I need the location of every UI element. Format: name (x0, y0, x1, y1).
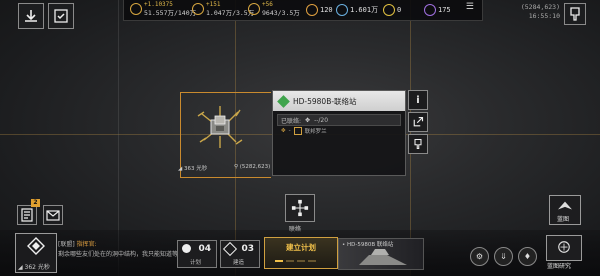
blueprint-research-button[interactable] (546, 235, 582, 261)
station-structure-icon[interactable] (196, 104, 244, 150)
plans-counter[interactable]: 04 计划 (177, 240, 217, 268)
info-icon: i (416, 94, 420, 106)
clock-icon (182, 244, 191, 253)
clock: 16:55:10 (528, 12, 560, 20)
stat-value: 120 (320, 6, 333, 14)
document-icon (21, 208, 33, 222)
token-icon (383, 4, 395, 16)
gas-icon (248, 3, 260, 15)
resource-amount: 51.557万/140万 (144, 9, 197, 17)
crystal-icon (192, 3, 204, 15)
log-button[interactable] (17, 205, 37, 225)
stat-value: 175 (438, 6, 451, 14)
bookmark-button[interactable] (564, 3, 586, 25)
tasks-button[interactable] (48, 3, 74, 29)
plan-progress (275, 260, 316, 262)
mail-button[interactable] (43, 205, 63, 225)
resource-amount: 9643/3.5万 (262, 9, 300, 17)
network-icon (291, 199, 309, 217)
research-icon (558, 241, 570, 253)
linked-label: 已联络: (281, 117, 302, 125)
notification-badge: 2 (31, 199, 40, 207)
gear-icon: ⚙ (475, 252, 484, 261)
stat-purple[interactable]: 175 (424, 1, 451, 19)
flag-icon (570, 7, 580, 21)
resource-amount: 1.047万/3.5万 (206, 9, 255, 17)
ship-icon (558, 201, 572, 210)
stat-credit[interactable]: 1.601万 (336, 1, 378, 19)
stat-value: 0 (397, 6, 402, 14)
owner-row: ✥ - 联邦罗兰 (281, 127, 327, 135)
mark-button[interactable] (408, 134, 428, 154)
chat-message: 剩余哪些友们处在的洞中结构，我只能知道等待... (58, 251, 190, 258)
chat-sender: 指挥官: (76, 241, 97, 248)
stat-value: 1.601万 (350, 6, 379, 14)
game-screen: +1.10375 51.557万/140万 +151 1.047万/3.5万 +56… (0, 0, 600, 276)
link-icon: ✥ (281, 128, 286, 134)
station-distance: ◢ 363 光秒 (178, 166, 208, 172)
build-counter[interactable]: 03 建造 (220, 240, 260, 268)
checklist-icon (54, 9, 68, 23)
chat-preview[interactable]: [联盟] 指挥官: 剩余哪些友们处在的洞中结构，我只能知道等待... (58, 240, 190, 260)
guild-icon (293, 127, 302, 135)
download-arrow-icon (25, 10, 37, 22)
chat-channel: [联盟] (58, 241, 75, 248)
header-info: (5284,623) 16:55:10 (521, 3, 560, 21)
chevron-down-icon: ⇓ (500, 252, 507, 261)
fleet-emblem-icon (27, 237, 45, 255)
player-distance: ◢ 362 光秒 (18, 264, 50, 271)
menu-icon[interactable]: ☰ (466, 2, 474, 12)
crystal-purple-icon (424, 4, 436, 16)
blueprint-research-label: 蓝图研究 (547, 263, 572, 270)
fleet-icon: ♦ (523, 252, 532, 261)
linked-value: --/20 (314, 116, 329, 124)
exit-view-button[interactable] (18, 3, 44, 29)
station-preview[interactable]: • HD-5980B 联络站 (338, 238, 424, 270)
resource-metal: +1.10375 51.557万/140万 (130, 1, 196, 17)
panel-header: HD-5980B-联络站 (273, 91, 405, 111)
faction-icon (277, 94, 290, 108)
player-avatar-button[interactable]: ◢ 362 光秒 (15, 233, 57, 273)
stat-energy[interactable]: 120 (306, 1, 333, 19)
coords-value: (5282,623) (239, 164, 271, 170)
owner-name: 联邦罗兰 (304, 129, 327, 135)
resource-crystal: +151 1.047万/3.5万 (192, 1, 254, 17)
linked-row: 已联络: ✥ --/20 (277, 114, 401, 126)
map-coords: (5284,623) (520, 3, 560, 11)
resource-rate: +1.10375 (144, 1, 173, 8)
credit-icon (336, 4, 348, 16)
resource-rate: +151 (206, 1, 221, 8)
station-preview-image (359, 249, 407, 265)
build-plan-button[interactable]: 建立计划 (264, 237, 338, 269)
energy-icon (306, 4, 318, 16)
link-button[interactable] (285, 194, 315, 222)
distance-value: 362 光秒 (24, 264, 50, 271)
blueprint-label: 蓝图 (557, 216, 570, 223)
share-button[interactable] (408, 112, 428, 132)
distance-value: 363 光秒 (183, 166, 208, 172)
counter-label: 建造 (233, 260, 245, 266)
resource-bar: +1.10375 51.557万/140万 +151 1.047万/3.5万 +56… (123, 0, 483, 21)
counter-value: 03 (241, 244, 254, 254)
counter-value: 04 (198, 244, 211, 254)
stat-token[interactable]: 0 (383, 1, 401, 19)
mail-icon (46, 210, 60, 221)
station-info-panel: HD-5980B-联络站 已联络: ✥ --/20 ✥ - 联邦罗兰 (272, 90, 406, 176)
tech-button[interactable]: ⚙ (470, 247, 489, 266)
build-icon (222, 241, 238, 257)
resource-rate: +56 (262, 1, 273, 8)
counter-label: 计划 (190, 260, 202, 266)
download-button[interactable]: ⇓ (494, 247, 513, 266)
metal-icon (130, 3, 142, 15)
fleet-button[interactable]: ♦ (518, 247, 537, 266)
resource-gas: +56 9643/3.5万 (248, 1, 300, 17)
plan-label: 建立计划 (286, 243, 316, 252)
flag-icon (414, 138, 422, 150)
share-icon (413, 116, 424, 127)
station-coords: ⚲ (5282,623) (234, 164, 271, 170)
station-title: HD-5980B-联络站 (293, 96, 357, 106)
info-button[interactable]: i (408, 90, 428, 110)
